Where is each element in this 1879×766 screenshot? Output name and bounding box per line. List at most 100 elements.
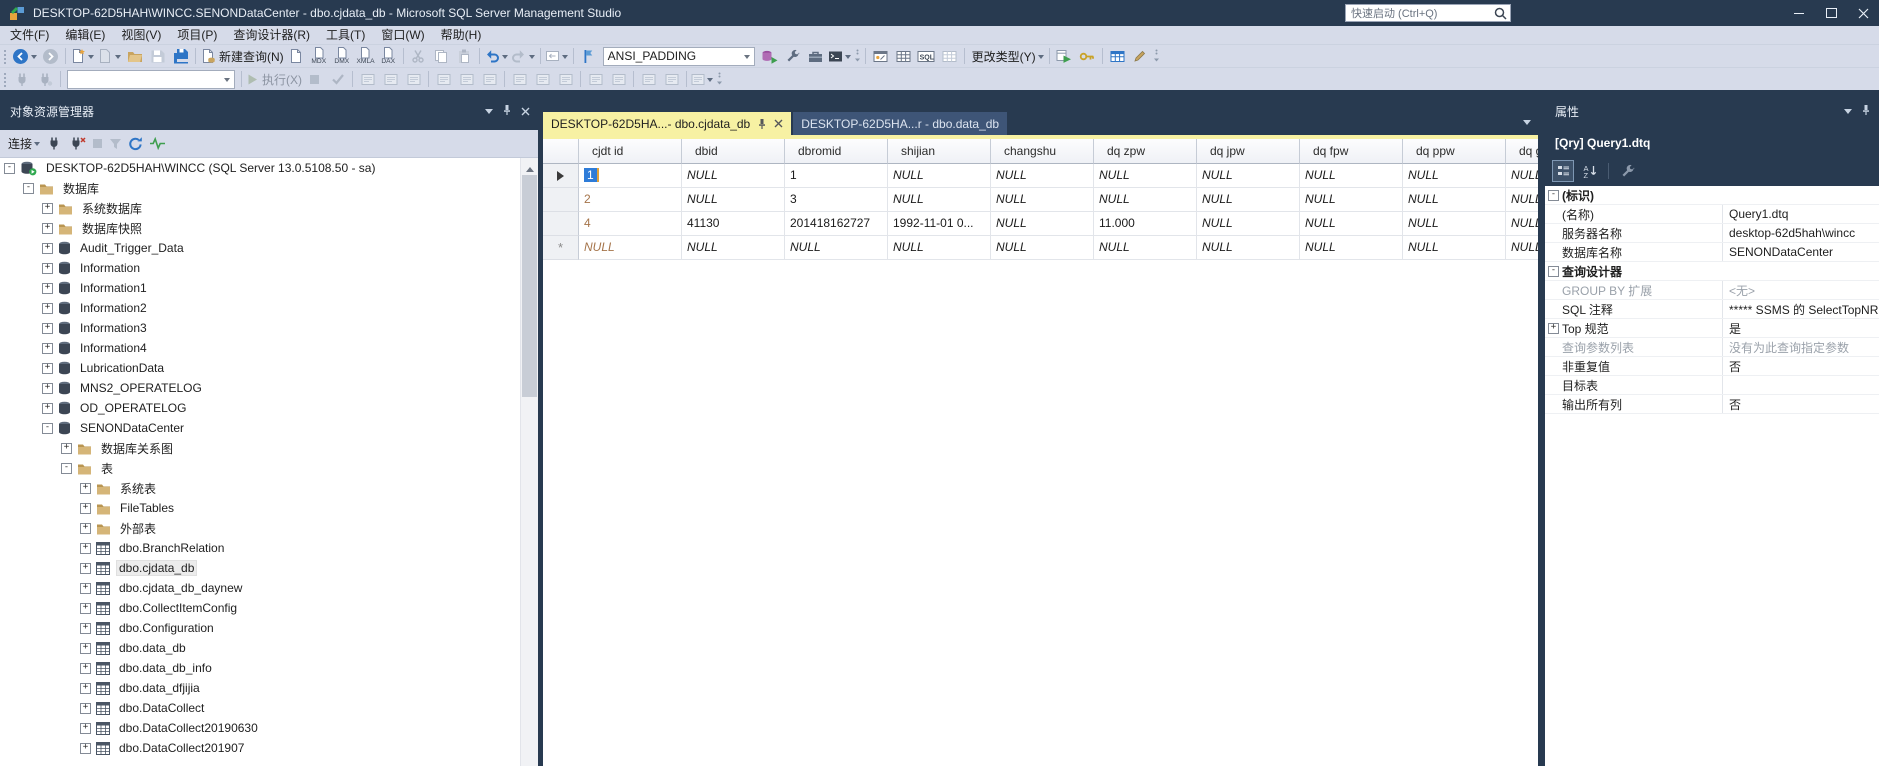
tree-item[interactable]: -表 [0,458,521,478]
minimize-button[interactable] [1783,0,1815,26]
collapse-icon[interactable]: - [61,463,72,474]
tree-item[interactable]: +dbo.BranchRelation [0,538,521,558]
grid-cell[interactable]: NULL [1403,212,1506,236]
tree-item[interactable]: +dbo.CollectItemConfig [0,598,521,618]
undo-button[interactable] [483,46,510,67]
column-header[interactable]: changshu [991,139,1094,164]
grid-cell[interactable]: NULL [888,188,991,212]
uncomment-button[interactable] [607,69,630,90]
menu-item[interactable]: 工具(T) [318,26,373,45]
live-query-stats-button[interactable] [379,69,402,90]
new-project-button[interactable] [96,46,123,67]
tree-item[interactable]: +dbo.data_db_info [0,658,521,678]
collapse-icon[interactable]: - [4,163,15,174]
grid-cell[interactable]: NULL [991,188,1094,212]
menu-item[interactable]: 视图(V) [113,26,169,45]
command-window-button[interactable] [827,46,853,67]
grid-cell[interactable]: NULL [991,212,1094,236]
execute-database-button[interactable] [758,46,781,67]
tree-item[interactable]: +dbo.DataCollect [0,698,521,718]
grid-cell[interactable]: NULL [1300,212,1403,236]
tree-item[interactable]: -SENONDataCenter [0,418,521,438]
expand-icon[interactable]: + [42,363,53,374]
criteria-pane-button[interactable] [892,46,915,67]
activity-monitor-icon[interactable] [149,137,166,150]
grid-cell[interactable]: NULL [1506,212,1538,236]
tab-dbo-data-db[interactable]: DESKTOP-62D5HA...r - dbo.data_db [793,112,1007,135]
property-row[interactable]: 输出所有列否 [1545,395,1879,414]
nav-back-button[interactable] [11,46,39,67]
tree-item[interactable]: +FileTables [0,498,521,518]
property-row[interactable]: 非重复值否 [1545,357,1879,376]
expand-icon[interactable]: + [42,343,53,354]
pin-icon[interactable] [757,118,767,130]
expand-icon[interactable]: + [80,703,91,714]
property-value[interactable]: Query1.dtq [1722,205,1879,223]
scrollbar-thumb[interactable] [522,175,537,397]
change-type-button[interactable]: 更改类型(Y) [968,46,1046,67]
property-row[interactable]: 数据库名称SENONDataCenter [1545,243,1879,262]
expand-icon[interactable]: + [42,203,53,214]
expand-icon[interactable]: + [80,663,91,674]
toolbar-overflow-icon[interactable] [716,71,723,87]
toolbar-grip[interactable] [3,49,7,64]
expand-icon[interactable]: + [80,743,91,754]
new-file-button[interactable] [69,46,96,67]
grid-cell[interactable]: NULL [785,236,888,260]
stop-icon[interactable] [92,138,103,149]
grid-cell[interactable]: NULL [1094,164,1197,188]
intellisense-button[interactable] [432,69,455,90]
grid-cell[interactable]: NULL [1300,236,1403,260]
column-header[interactable]: dbromid [785,139,888,164]
tab-list-chevron-icon[interactable] [1523,120,1531,129]
expand-icon[interactable]: + [80,723,91,734]
close-panel-icon[interactable] [521,105,530,119]
close-button[interactable] [1847,0,1879,26]
column-header[interactable]: dbid [682,139,785,164]
grid-cell[interactable]: 2 [579,188,682,212]
expand-icon[interactable]: + [1548,323,1559,334]
snippets-button[interactable] [455,69,478,90]
tree-item[interactable]: +Information4 [0,338,521,358]
expand-icon[interactable]: + [80,543,91,554]
collapse-icon[interactable]: - [1548,190,1559,201]
window-position-chevron-icon[interactable] [485,109,493,118]
comment-button[interactable] [584,69,607,90]
results-pane-button[interactable] [938,46,961,67]
property-category[interactable]: -查询设计器 [1545,262,1879,281]
property-value[interactable]: 是 [1722,319,1879,337]
close-tab-icon[interactable] [774,119,783,128]
expand-icon[interactable]: + [80,623,91,634]
property-value[interactable]: SENONDataCenter [1722,243,1879,261]
column-header[interactable]: dq gpw [1506,139,1538,164]
pencil-button[interactable] [1129,46,1152,67]
expand-icon[interactable]: + [80,603,91,614]
grid-cell[interactable]: 11.000 [1094,212,1197,236]
available-databases-combo[interactable] [67,70,235,89]
quick-launch-search[interactable]: 快速启动 (Ctrl+Q) [1345,4,1511,22]
expand-icon[interactable]: + [80,503,91,514]
grid-cell[interactable]: NULL [1094,188,1197,212]
collapse-icon[interactable]: - [42,423,53,434]
grid-cell[interactable]: 4 [579,212,682,236]
grid-cell[interactable]: NULL [1197,236,1300,260]
grid-cell[interactable]: NULL [1506,188,1538,212]
expand-icon[interactable]: + [42,383,53,394]
specify-template-values-button[interactable] [690,69,715,90]
property-row[interactable]: 目标表 [1545,376,1879,395]
window-position-chevron-icon[interactable] [1844,109,1852,118]
tree-item[interactable]: +dbo.cjdata_db [0,558,521,578]
grid-cell[interactable]: NULL [1300,164,1403,188]
parse-check-button[interactable] [326,69,349,90]
grid-cell[interactable]: 1992-11-01 0... [888,212,991,236]
property-value[interactable] [1722,376,1879,394]
key-button[interactable] [1076,46,1099,67]
pin-icon[interactable] [502,104,512,119]
property-row[interactable]: 服务器名称desktop-62d5hah\wincc [1545,224,1879,243]
grid-cell[interactable]: NULL [1197,212,1300,236]
wrench-button[interactable] [781,46,804,67]
property-row[interactable]: (名称)Query1.dtq [1545,205,1879,224]
tree-scrollbar[interactable] [520,158,538,766]
add-table-button[interactable] [1106,46,1129,67]
expand-icon[interactable]: + [80,583,91,594]
